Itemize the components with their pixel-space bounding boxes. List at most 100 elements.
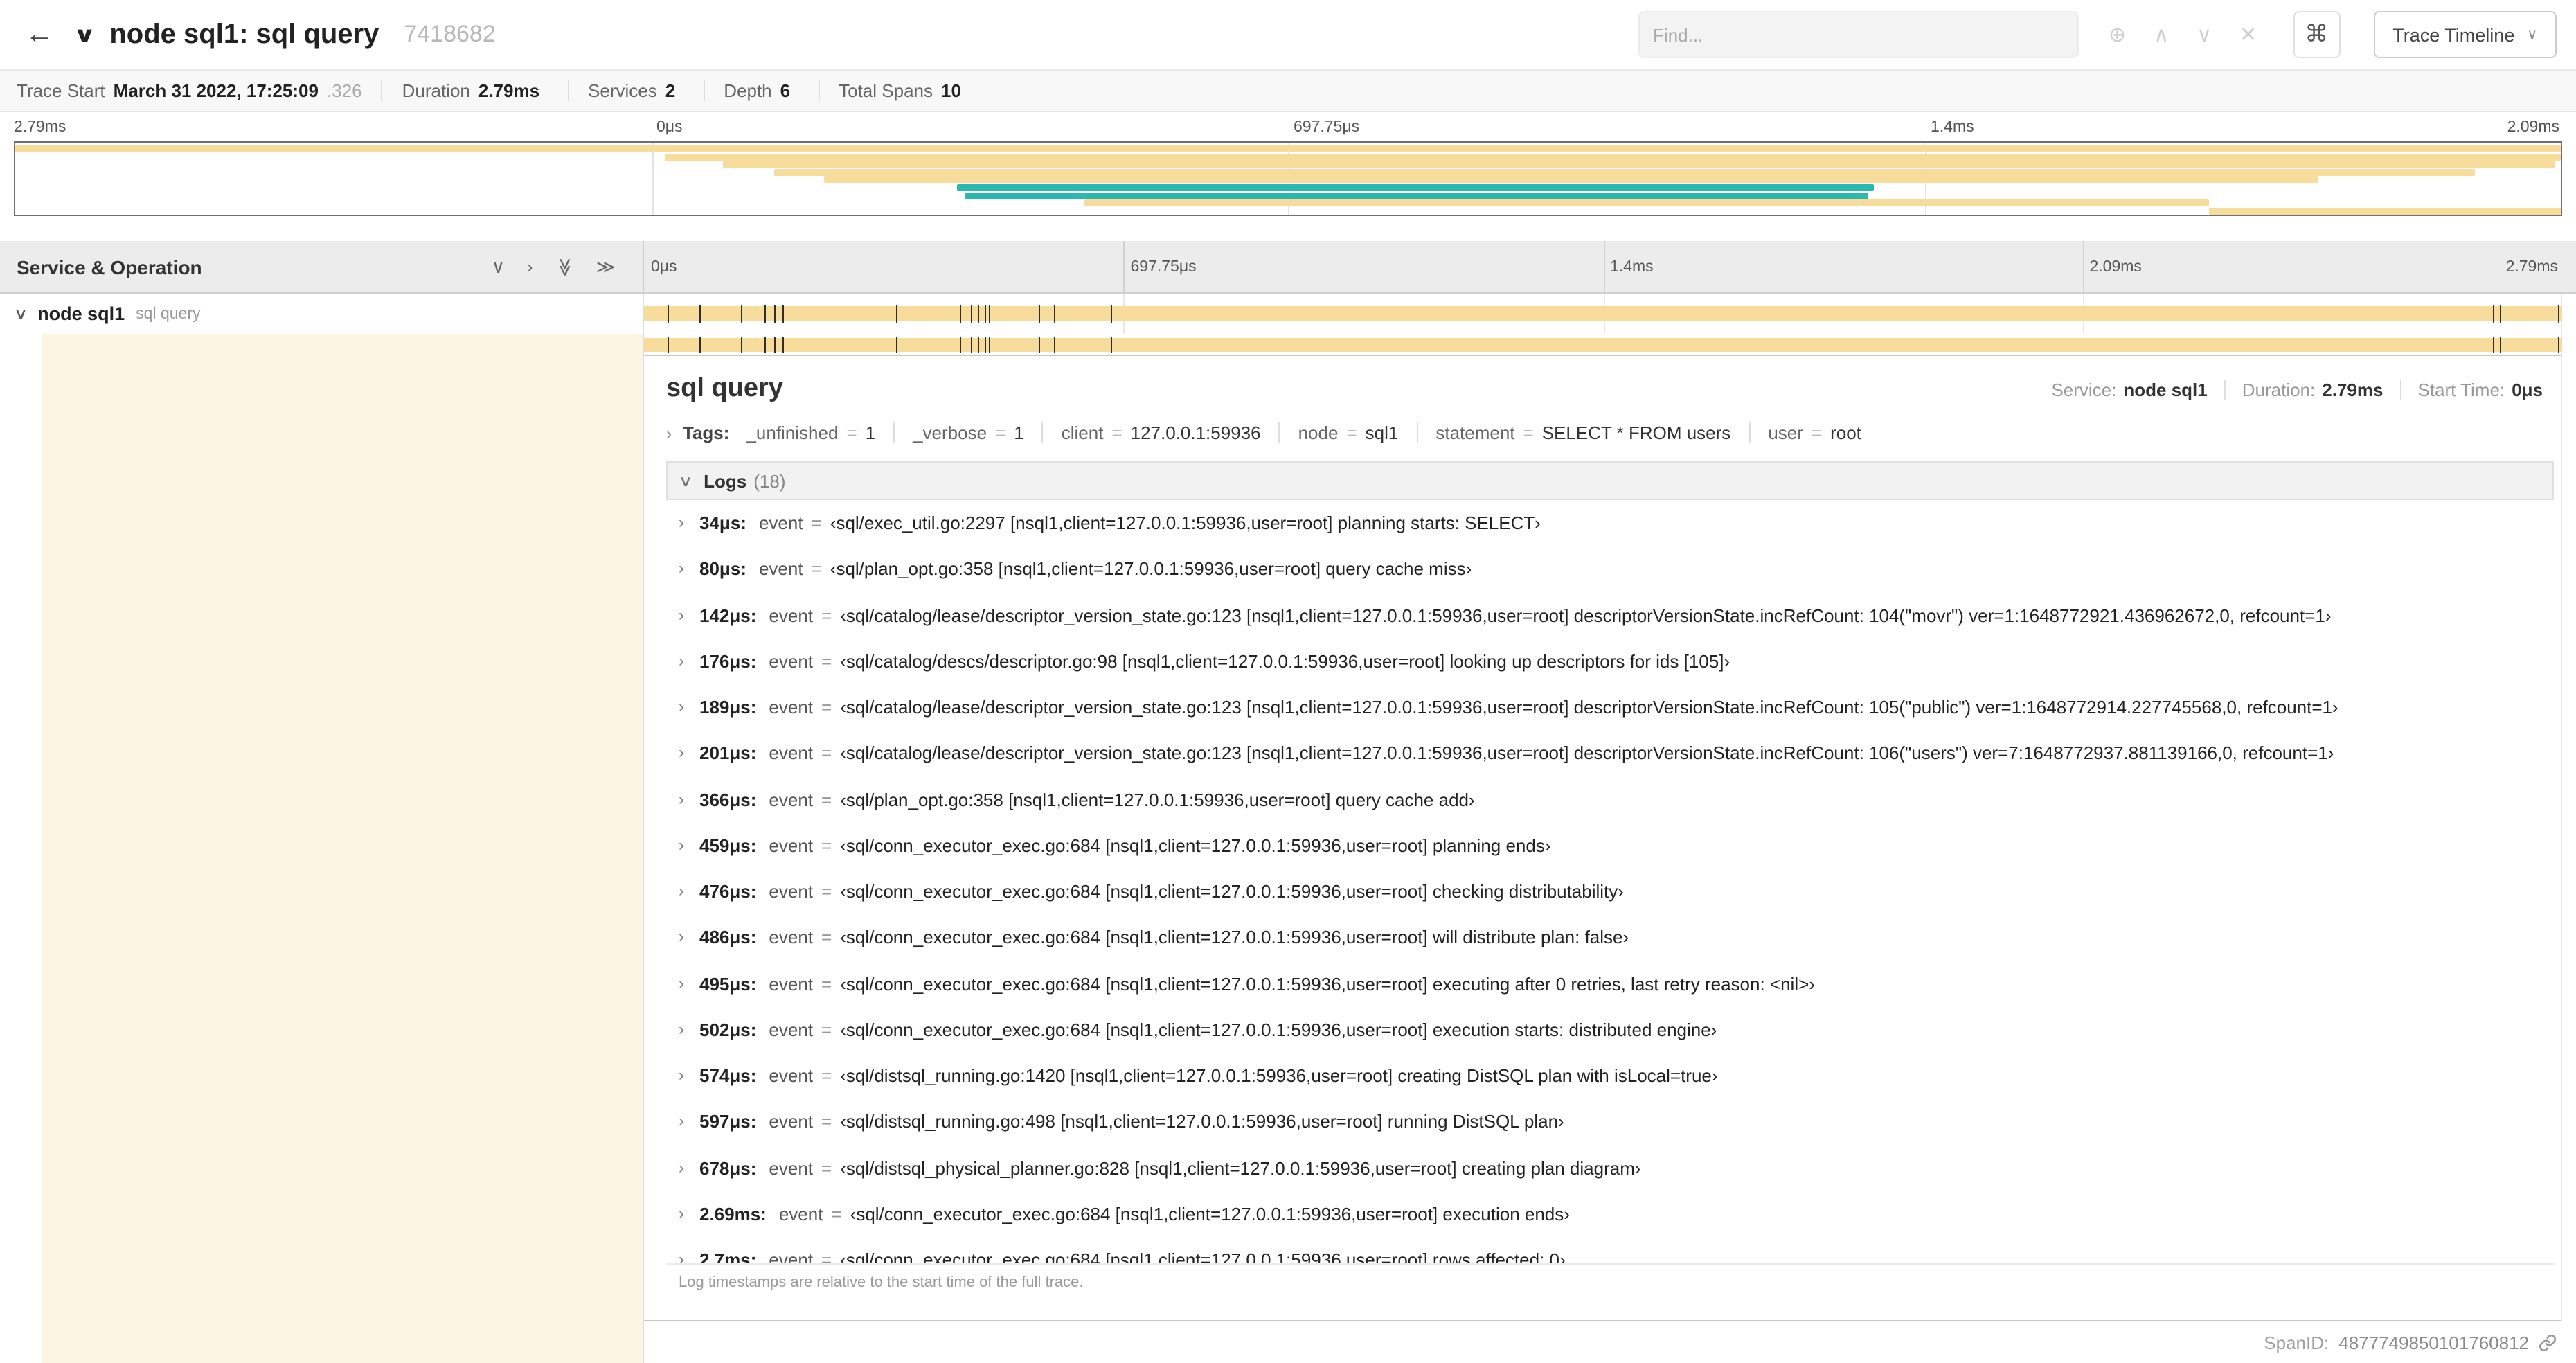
log-tick-marker — [959, 305, 961, 323]
log-row[interactable]: › 597μs: event = ‹sql/distsql_running.go:4… — [666, 1099, 2554, 1146]
log-row[interactable]: › 366μs: event = ‹sql/plan_opt.go:358 [nsq… — [666, 776, 2554, 823]
log-value: ‹sql/conn_executor_exec.go:684 [nsql1,cl… — [850, 1203, 1570, 1224]
log-field-name: event — [758, 558, 803, 580]
trace-view-selector[interactable]: Trace Timeline ∨ — [2373, 11, 2557, 58]
log-value: ‹sql/exec_util.go:2297 [nsql1,client=127… — [830, 513, 1541, 533]
minimap-gridline — [652, 143, 653, 215]
log-field-name: event — [769, 881, 814, 902]
log-equals: = — [821, 1065, 832, 1086]
log-row[interactable]: › 2.69ms: event = ‹sql/conn_executor_exec.… — [666, 1191, 2554, 1238]
timeline-header-row: Service & Operation ∨ › ≫ ≫ 0μs 697.75μs… — [0, 241, 2576, 294]
detail-span-bar[interactable] — [644, 337, 2562, 353]
log-value: ‹sql/distsql_running.go:498 [nsql1,clien… — [840, 1111, 1564, 1132]
trace-summary-item: Total Spans 10 — [818, 80, 969, 101]
log-tick-marker — [667, 305, 669, 323]
log-tick-marker — [895, 337, 897, 353]
summary-label: Services — [588, 80, 657, 101]
log-field-name: event — [778, 1203, 823, 1224]
span-name-cell[interactable]: ∨ node sql1 sql query — [0, 294, 644, 334]
tag-key: _unfinished — [746, 422, 839, 443]
chevron-right-icon: › — [679, 697, 684, 716]
log-equals: = — [821, 973, 832, 994]
expand-all-icon[interactable]: › — [527, 256, 533, 278]
collapse-all-icon[interactable]: ∨ — [492, 256, 505, 278]
timeline-axis: 0μs 697.75μs 1.4ms 2.09ms 2.79ms — [644, 241, 2576, 292]
log-field-name: event — [769, 742, 814, 764]
expand-one-icon[interactable]: ≫ — [596, 256, 615, 278]
log-timestamp: 476μs: — [699, 881, 757, 902]
find-clear-icon[interactable]: ✕ — [2239, 22, 2257, 47]
find-input-container — [1638, 11, 2079, 58]
log-row[interactable]: › 678μs: event = ‹sql/distsql_physical_pla… — [666, 1145, 2554, 1191]
log-message: event = ‹sql/exec_util.go:2297 [nsql1,clie… — [759, 513, 1541, 535]
span-detail-left-highlight — [42, 334, 643, 1363]
log-field-name: event — [769, 789, 814, 810]
log-tick-marker — [971, 305, 973, 323]
log-field-name: event — [769, 1157, 814, 1178]
collapse-one-icon[interactable]: ≫ — [553, 257, 575, 276]
log-tick-marker — [959, 337, 961, 353]
log-row[interactable]: › 201μs: event = ‹sql/catalog/lease/descri… — [666, 731, 2554, 777]
span-id-value: 4877749850101760812 — [2338, 1332, 2529, 1353]
log-row[interactable]: › 502μs: event = ‹sql/conn_executor_exec.g… — [666, 1007, 2554, 1053]
log-row[interactable]: › 142μs: event = ‹sql/catalog/lease/descri… — [666, 592, 2554, 639]
log-field-name: event — [769, 605, 814, 625]
find-prev-icon[interactable]: ∧ — [2154, 22, 2169, 47]
log-timestamp: 142μs: — [699, 605, 757, 625]
axis-gridline — [1603, 241, 1604, 292]
log-row[interactable]: › 476μs: event = ‹sql/conn_executor_exec.g… — [666, 868, 2554, 915]
log-row[interactable]: › 189μs: event = ‹sql/catalog/lease/descri… — [666, 684, 2554, 731]
log-row[interactable]: › 2.7ms: event = ‹sql/conn_executor_exec.g… — [666, 1237, 2554, 1263]
log-message: event = ‹sql/conn_executor_exec.go:684 [ns… — [769, 973, 1815, 996]
tag-key: client — [1061, 422, 1104, 443]
trace-timeline-page: ← ∨ node sql1: sql query 7418682 ⊕ ∧ ∨ ✕… — [0, 0, 2576, 1363]
log-value: ‹sql/plan_opt.go:358 [nsql1,client=127.0… — [840, 789, 1475, 810]
detail-meta-label: Service: — [2051, 380, 2117, 400]
chevron-down-icon[interactable]: ∨ — [14, 305, 28, 323]
log-row[interactable]: › 80μs: event = ‹sql/plan_opt.go:358 [nsql… — [666, 546, 2554, 593]
chevron-right-icon: › — [679, 1111, 684, 1131]
log-timestamp: 495μs: — [699, 973, 757, 994]
chevron-right-icon: › — [679, 1249, 684, 1263]
log-equals: = — [831, 1203, 842, 1224]
span-duration-bar[interactable] — [644, 305, 2562, 323]
log-field-name: event — [769, 1019, 814, 1040]
log-tick-marker — [2557, 305, 2559, 323]
tag-key: user — [1768, 422, 1803, 443]
find-input[interactable] — [1653, 24, 2064, 45]
log-tick-marker — [984, 305, 986, 323]
log-row[interactable]: › 34μs: event = ‹sql/exec_util.go:2297 [ns… — [666, 500, 2554, 546]
log-equals: = — [821, 789, 832, 810]
logs-header[interactable]: ∨ Logs (18) — [666, 461, 2554, 500]
log-field-name: event — [758, 513, 803, 533]
log-message: event = ‹sql/distsql_physical_planner.go:8… — [769, 1157, 1640, 1180]
deep-link-icon[interactable] — [2539, 1333, 2557, 1351]
log-equals: = — [821, 1157, 832, 1178]
back-arrow-icon[interactable]: ← — [19, 18, 60, 51]
log-equals: = — [821, 1111, 832, 1132]
axis-tick-label: 2.09ms — [2089, 258, 2142, 275]
log-row[interactable]: › 176μs: event = ‹sql/catalog/descs/descri… — [666, 639, 2554, 685]
find-match-icon[interactable]: ⊕ — [2109, 22, 2126, 47]
log-value: ‹sql/conn_executor_exec.go:684 [nsql1,cl… — [840, 1249, 1566, 1263]
tags-row[interactable]: › Tags: _unfinished = 1 _verbose = 1 cli… — [666, 422, 2554, 443]
span-id-row: SpanID: 4877749850101760812 — [644, 1321, 2576, 1363]
log-tick-marker — [764, 305, 767, 323]
tag-value: SELECT * FROM users — [1541, 422, 1731, 443]
chevron-right-icon: › — [679, 605, 684, 624]
find-next-icon[interactable]: ∨ — [2197, 22, 2212, 47]
log-row[interactable]: › 486μs: event = ‹sql/conn_executor_exec.g… — [666, 915, 2554, 961]
log-row[interactable]: › 574μs: event = ‹sql/distsql_running.go:1… — [666, 1053, 2554, 1099]
minimap-span-graph[interactable] — [14, 141, 2562, 216]
trace-collapse-chevron-icon[interactable]: ∨ — [73, 22, 96, 47]
detail-meta-value: node sql1 — [2123, 380, 2208, 400]
log-value: ‹sql/conn_executor_exec.go:684 [nsql1,cl… — [840, 835, 1551, 856]
keyboard-shortcuts-button[interactable]: ⌘ — [2293, 11, 2341, 58]
log-row[interactable]: › 459μs: event = ‹sql/conn_executor_exec.g… — [666, 823, 2554, 869]
minimap-span-bar — [2209, 207, 2561, 215]
log-row[interactable]: › 495μs: event = ‹sql/conn_executor_exec.g… — [666, 961, 2554, 1007]
detail-meta-value: 0μs — [2512, 380, 2543, 400]
chevron-right-icon: › — [679, 881, 684, 900]
log-equals: = — [821, 881, 832, 902]
tag-key: _verbose — [913, 422, 987, 443]
